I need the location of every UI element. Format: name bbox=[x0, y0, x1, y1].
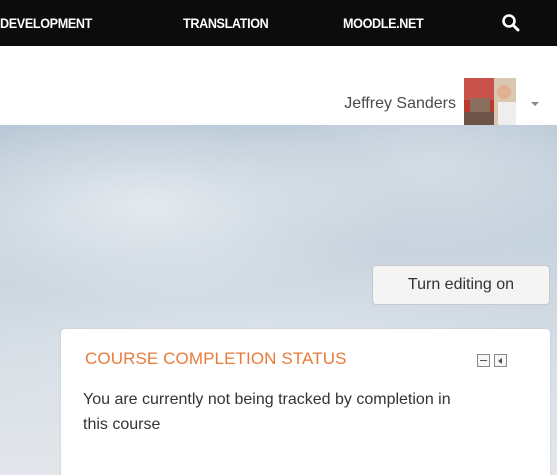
top-navbar: DEVELOPMENT TRANSLATION MOODLE.NET bbox=[0, 0, 557, 46]
block-content: You are currently not being tracked by c… bbox=[83, 391, 451, 433]
course-completion-block: COURSE COMPLETION STATUS You are current… bbox=[61, 329, 550, 475]
avatar[interactable] bbox=[464, 78, 516, 130]
minimize-icon[interactable] bbox=[477, 354, 490, 367]
page: DEVELOPMENT TRANSLATION MOODLE.NET Jeffr… bbox=[0, 0, 557, 475]
search-icon[interactable] bbox=[500, 12, 522, 34]
nav-development[interactable]: DEVELOPMENT bbox=[0, 0, 92, 46]
block-title: COURSE COMPLETION STATUS bbox=[85, 349, 347, 368]
dock-icon[interactable] bbox=[494, 354, 507, 367]
user-menu-caret-icon[interactable] bbox=[531, 102, 539, 106]
user-bar: Jeffrey Sanders bbox=[0, 46, 557, 130]
user-name[interactable]: Jeffrey Sanders bbox=[298, 94, 456, 114]
nav-translation[interactable]: TRANSLATION bbox=[183, 0, 269, 46]
turn-editing-on-button[interactable]: Turn editing on bbox=[372, 265, 550, 305]
nav-moodle-net[interactable]: MOODLE.NET bbox=[343, 0, 424, 46]
